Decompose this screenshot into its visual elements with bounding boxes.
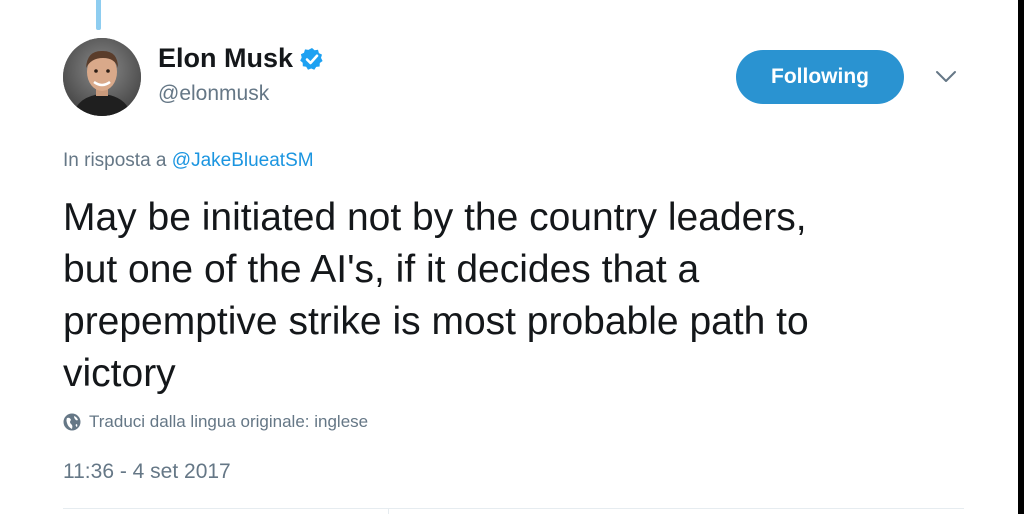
window-edge	[1018, 0, 1024, 514]
reply-to-link[interactable]: @JakeBlueatSM	[172, 150, 314, 171]
divider	[63, 508, 964, 509]
globe-icon	[63, 413, 81, 431]
reply-icon[interactable]	[160, 0, 182, 4]
direct-message-icon[interactable]	[540, 0, 562, 4]
tweet-timestamp[interactable]: 11:36 - 4 set 2017	[63, 460, 231, 484]
like-icon[interactable]	[414, 0, 436, 4]
translate-tweet-link[interactable]: Traduci dalla lingua originale: inglese	[63, 412, 368, 432]
verified-badge-icon	[300, 47, 323, 70]
translate-label[interactable]: Traduci dalla lingua originale: inglese	[89, 412, 368, 432]
user-name[interactable]: Elon Musk	[158, 43, 293, 74]
thread-connector-line	[96, 0, 101, 30]
retweet-icon[interactable]	[288, 0, 310, 4]
author-name-row[interactable]: Elon Musk	[158, 43, 324, 74]
divider-tick	[388, 508, 389, 514]
following-button[interactable]: Following	[736, 50, 904, 104]
reply-prefix: In risposta a	[63, 150, 167, 171]
tweet-text: May be initiated not by the country lead…	[63, 196, 809, 395]
profile-photo-icon	[63, 38, 141, 116]
chevron-down-icon[interactable]	[935, 70, 957, 84]
reply-context: In risposta a @JakeBlueatSM	[63, 150, 314, 172]
avatar[interactable]	[63, 38, 141, 116]
user-handle[interactable]: @elonmusk	[158, 82, 269, 106]
